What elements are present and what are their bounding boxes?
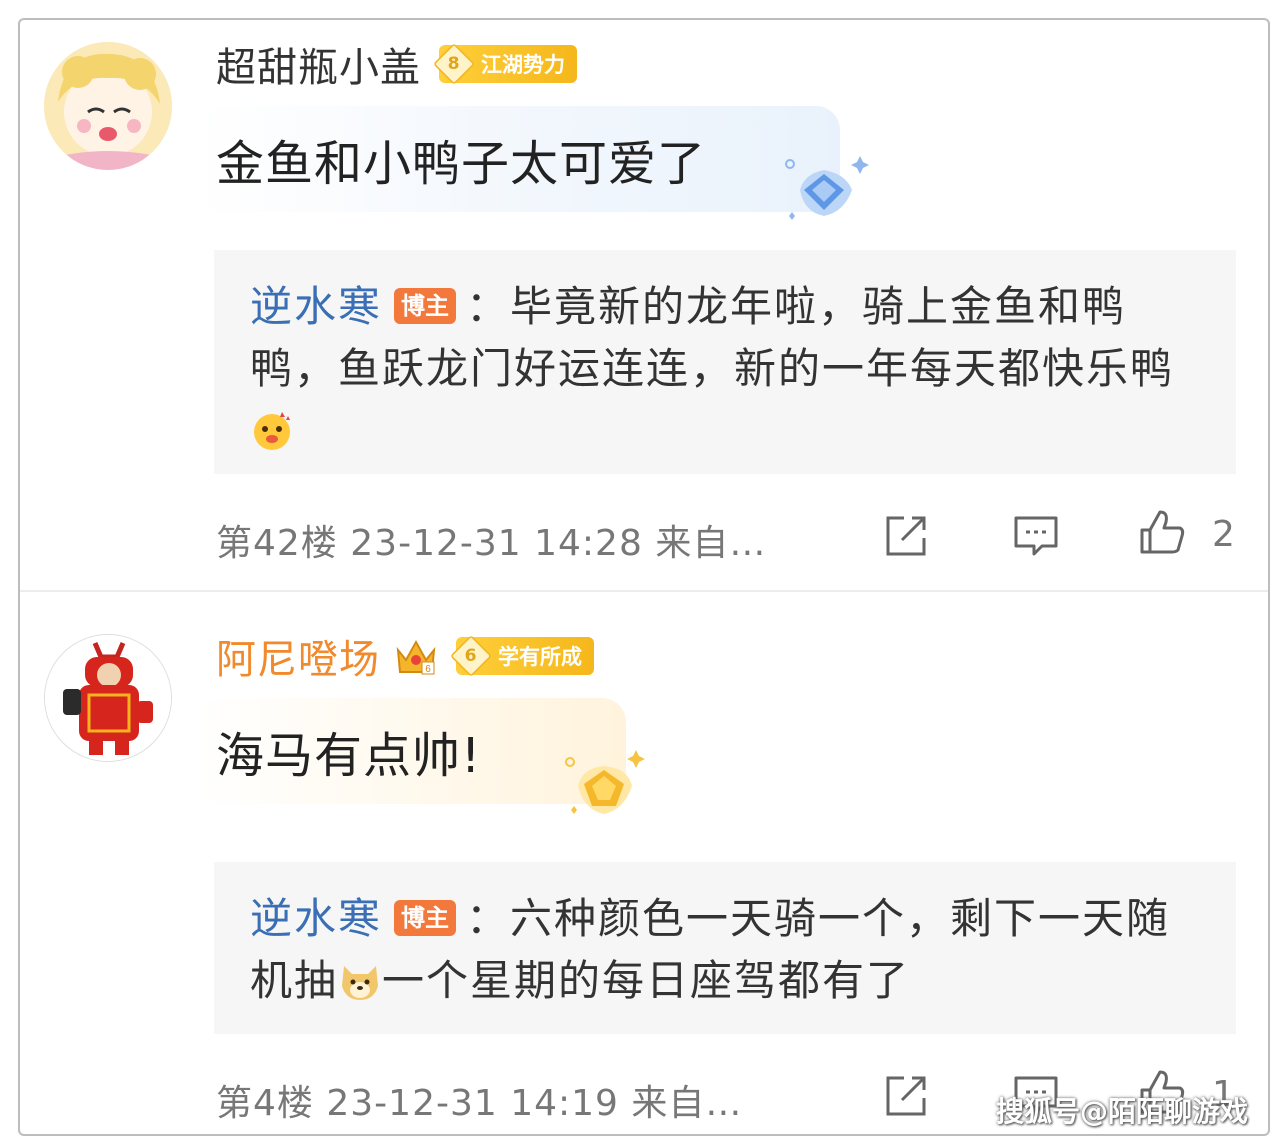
share-icon[interactable] — [882, 1072, 930, 1120]
level-badge[interactable]: 6 学有所成 — [450, 635, 594, 677]
reply-text-continued: 一个星期的每日座驾都有了 — [382, 956, 911, 1005]
share-icon[interactable] — [882, 512, 930, 560]
post-datetime: 23-12-31 14:19 — [326, 1083, 619, 1124]
reply-author[interactable]: 逆水寒 — [250, 282, 382, 331]
blogger-tag: 博主 — [394, 287, 457, 324]
comment-icon[interactable] — [1012, 512, 1060, 560]
watermark: 搜狐号@陌陌聊游戏 — [995, 1095, 1248, 1128]
source-text[interactable]: 来自… — [631, 1083, 742, 1124]
user-row: 超甜瓶小盖 8 江湖势力 — [216, 36, 577, 92]
cheer-emoji-icon — [254, 411, 290, 450]
level-label: 学有所成 — [498, 645, 582, 669]
avatar[interactable] — [44, 634, 172, 762]
level-label: 江湖势力 — [481, 53, 565, 77]
username[interactable]: 阿尼噔场 — [216, 627, 380, 685]
level-number: 6 — [450, 635, 492, 677]
reply-box[interactable]: 逆水寒 博主 ：六种颜色一天骑一个，剩下一天随机抽 一个星期的每日座驾都有了 — [214, 862, 1236, 1034]
post-datetime: 23-12-31 14:28 — [350, 523, 643, 564]
comment-text: 海马有点帅! — [216, 728, 482, 784]
divider — [20, 590, 1268, 592]
reply-text-block: 逆水寒 博主 ：六种颜色一天骑一个，剩下一天随机抽 一个星期的每日座驾都有了 — [250, 888, 1206, 1012]
reply-colon: ： — [466, 282, 511, 331]
doge-emoji-icon — [342, 965, 379, 1000]
like-count: 2 — [1212, 514, 1235, 555]
crown-icon: 6 — [396, 639, 436, 675]
comment-list: 超甜瓶小盖 8 江湖势力 金鱼和小鸭子太可爱了 逆水寒 博主 ：毕竟新的龙年啦，骑上… — [18, 18, 1270, 1136]
reply-text: 毕竟新的龙年啦，骑上金鱼和鸭鸭，鱼跃龙门好运连连，新的一年每天都快乐鸭 — [250, 282, 1175, 393]
level-badge[interactable]: 8 江湖势力 — [433, 43, 577, 85]
diamond-gem-icon — [785, 156, 869, 220]
svg-text:6: 6 — [425, 664, 431, 675]
comment-text: 金鱼和小鸭子太可爱了 — [216, 136, 707, 192]
username[interactable]: 超甜瓶小盖 — [216, 35, 421, 93]
reply-colon: ： — [466, 894, 511, 943]
floor-number: 第4楼 — [216, 1083, 314, 1124]
reply-text-block: 逆水寒 博主 ：毕竟新的龙年啦，骑上金鱼和鸭鸭，鱼跃龙门好运连连，新的一年每天都快乐… — [250, 276, 1206, 462]
level-number: 8 — [433, 43, 475, 85]
meta-row: 第42楼 23-12-31 14:28 来自… — [216, 514, 766, 566]
comment-item: 阿尼噔场 6 6 学有所成 海马有点帅! 逆水寒 博主 ：六种颜色一天骑一个，剩… — [20, 612, 1268, 1132]
gold-gem-icon — [565, 750, 645, 814]
user-row: 阿尼噔场 6 6 学有所成 — [216, 628, 594, 684]
comment-item: 超甜瓶小盖 8 江湖势力 金鱼和小鸭子太可爱了 逆水寒 博主 ：毕竟新的龙年啦，骑上… — [20, 20, 1268, 590]
avatar[interactable] — [44, 42, 172, 170]
thumbs-up-icon[interactable] — [1138, 508, 1186, 556]
reply-box[interactable]: 逆水寒 博主 ：毕竟新的龙年啦，骑上金鱼和鸭鸭，鱼跃龙门好运连连，新的一年每天都快乐… — [214, 250, 1236, 474]
floor-number: 第42楼 — [216, 523, 338, 564]
source-text[interactable]: 来自… — [655, 523, 766, 564]
reply-author[interactable]: 逆水寒 — [250, 894, 382, 943]
blogger-tag: 博主 — [394, 899, 457, 936]
meta-row: 第4楼 23-12-31 14:19 来自… — [216, 1074, 742, 1126]
